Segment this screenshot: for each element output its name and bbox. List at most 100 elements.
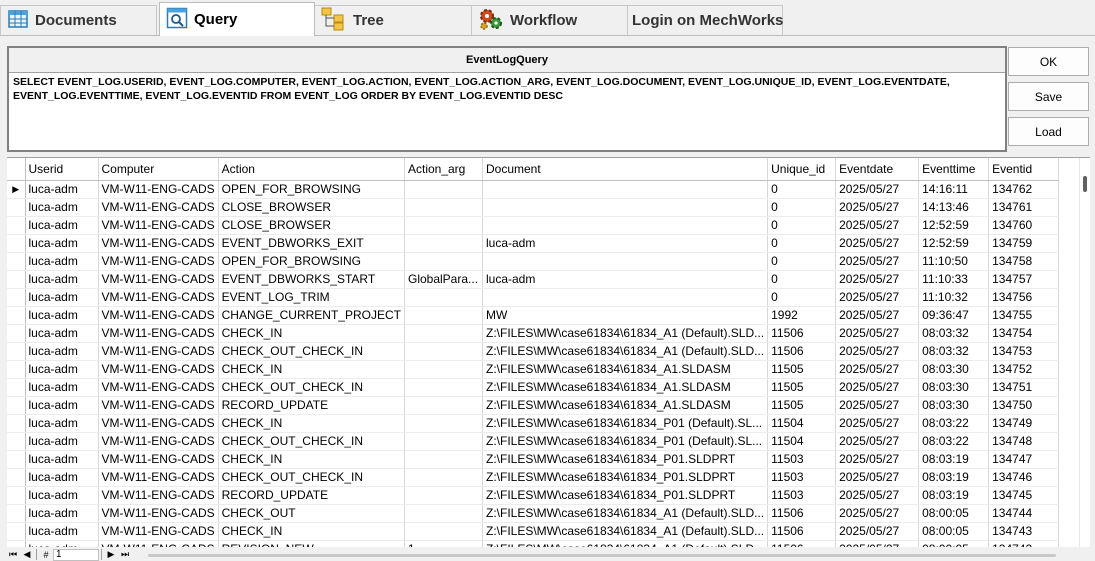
cell-eventdate[interactable]: 2025/05/27 xyxy=(835,504,920,523)
cell-computer[interactable]: VM-W11-ENG-CADS xyxy=(98,486,219,505)
cell-userid[interactable]: luca-adm xyxy=(25,468,99,487)
cell-action[interactable]: REVISION_NEW xyxy=(218,540,405,547)
table-row[interactable]: ▶ luca-adm VM-W11-ENG-CADS OPEN_FOR_BROWSIN… xyxy=(7,180,1060,199)
cell-action[interactable]: CHANGE_CURRENT_PROJECT xyxy=(218,306,405,325)
cell-userid[interactable]: luca-adm xyxy=(25,180,99,199)
cell-eventid[interactable]: 134745 xyxy=(988,486,1060,505)
cell-action[interactable]: CHECK_IN xyxy=(218,522,405,541)
cell-eventid[interactable]: 134755 xyxy=(988,306,1060,325)
cell-document[interactable]: Z:\FILES\MW\case61834\61834_A1.SLDASM xyxy=(482,360,769,379)
row-indicator[interactable] xyxy=(7,288,26,307)
cell-computer[interactable]: VM-W11-ENG-CADS xyxy=(98,468,219,487)
table-row[interactable]: luca-adm VM-W11-ENG-CADS CHECK_IN Z:\FILES\… xyxy=(7,324,1060,343)
cell-eventid[interactable]: 134756 xyxy=(988,288,1060,307)
cell-action-arg[interactable] xyxy=(404,396,483,415)
table-row[interactable]: luca-adm VM-W11-ENG-CADS CHECK_IN Z:\FILES\… xyxy=(7,414,1060,433)
cell-action-arg[interactable] xyxy=(404,306,483,325)
cell-computer[interactable]: VM-W11-ENG-CADS xyxy=(98,252,219,271)
table-row[interactable]: luca-adm VM-W11-ENG-CADS CHECK_OUT_CHECK_I… xyxy=(7,468,1060,487)
row-indicator[interactable] xyxy=(7,540,26,547)
cell-eventdate[interactable]: 2025/05/27 xyxy=(835,396,920,415)
cell-computer[interactable]: VM-W11-ENG-CADS xyxy=(98,306,219,325)
cell-action-arg[interactable] xyxy=(404,180,483,199)
cell-action[interactable]: CHECK_OUT_CHECK_IN xyxy=(218,342,405,361)
table-row[interactable]: luca-adm VM-W11-ENG-CADS CHECK_IN Z:\FILES\… xyxy=(7,450,1060,469)
cell-eventdate[interactable]: 2025/05/27 xyxy=(835,234,920,253)
cell-action[interactable]: CHECK_OUT_CHECK_IN xyxy=(218,432,405,451)
cell-action-arg[interactable] xyxy=(404,432,483,451)
cell-unique-id[interactable]: 11506 xyxy=(767,540,837,547)
cell-document[interactable]: Z:\FILES\MW\case61834\61834_A1.SLDASM xyxy=(482,378,769,397)
cell-unique-id[interactable]: 11503 xyxy=(767,486,837,505)
cell-action-arg[interactable] xyxy=(404,414,483,433)
cell-eventdate[interactable]: 2025/05/27 xyxy=(835,216,920,235)
cell-computer[interactable]: VM-W11-ENG-CADS xyxy=(98,216,219,235)
cell-action-arg[interactable] xyxy=(404,450,483,469)
cell-eventid[interactable]: 134753 xyxy=(988,342,1060,361)
cell-eventtime[interactable]: 08:00:05 xyxy=(918,540,990,547)
cell-computer[interactable]: VM-W11-ENG-CADS xyxy=(98,234,219,253)
cell-action-arg[interactable] xyxy=(404,522,483,541)
tab-documents[interactable]: Documents xyxy=(0,5,157,35)
row-indicator[interactable] xyxy=(7,252,26,271)
cell-eventtime[interactable]: 08:03:30 xyxy=(918,360,990,379)
cell-eventid[interactable]: 134747 xyxy=(988,450,1060,469)
cell-computer[interactable]: VM-W11-ENG-CADS xyxy=(98,522,219,541)
cell-eventid[interactable]: 134760 xyxy=(988,216,1060,235)
cell-userid[interactable]: luca-adm xyxy=(25,306,99,325)
cell-eventdate[interactable]: 2025/05/27 xyxy=(835,288,920,307)
cell-action-arg[interactable] xyxy=(404,288,483,307)
cell-unique-id[interactable]: 0 xyxy=(767,216,837,235)
cell-action-arg[interactable] xyxy=(404,378,483,397)
next-record-icon[interactable]: ▶ xyxy=(104,549,118,560)
cell-eventid[interactable]: 134762 xyxy=(988,180,1060,199)
cell-userid[interactable]: luca-adm xyxy=(25,234,99,253)
row-indicator[interactable] xyxy=(7,486,26,505)
cell-computer[interactable]: VM-W11-ENG-CADS xyxy=(98,396,219,415)
cell-action[interactable]: CHECK_IN xyxy=(218,360,405,379)
cell-action-arg[interactable] xyxy=(404,468,483,487)
cell-action[interactable]: CHECK_OUT_CHECK_IN xyxy=(218,378,405,397)
column-header-action-arg[interactable]: Action_arg xyxy=(404,158,483,181)
table-row[interactable]: luca-adm VM-W11-ENG-CADS CHECK_OUT_CHECK_I… xyxy=(7,432,1060,451)
cell-document[interactable]: Z:\FILES\MW\case61834\61834_P01.SLDPRT xyxy=(482,486,769,505)
cell-computer[interactable]: VM-W11-ENG-CADS xyxy=(98,324,219,343)
cell-action-arg[interactable] xyxy=(404,198,483,217)
record-number-input[interactable]: 1 xyxy=(53,548,99,561)
cell-eventtime[interactable]: 08:03:32 xyxy=(918,324,990,343)
table-row[interactable]: luca-adm VM-W11-ENG-CADS CLOSE_BROWSER 0 202… xyxy=(7,198,1060,217)
cell-eventid[interactable]: 134746 xyxy=(988,468,1060,487)
table-row[interactable]: luca-adm VM-W11-ENG-CADS CHECK_IN Z:\FILES\… xyxy=(7,522,1060,541)
cell-action-arg[interactable] xyxy=(404,234,483,253)
table-row[interactable]: luca-adm VM-W11-ENG-CADS EVENT_LOG_TRIM 0 20… xyxy=(7,288,1060,307)
vertical-scrollbar-thumb[interactable] xyxy=(1083,176,1087,192)
cell-document[interactable]: Z:\FILES\MW\case61834\61834_A1 (Default)… xyxy=(482,540,769,547)
row-indicator[interactable] xyxy=(7,450,26,469)
cell-action[interactable]: RECORD_UPDATE xyxy=(218,396,405,415)
vertical-scrollbar[interactable] xyxy=(1079,158,1090,547)
cell-computer[interactable]: VM-W11-ENG-CADS xyxy=(98,504,219,523)
cell-userid[interactable]: luca-adm xyxy=(25,270,99,289)
table-row[interactable]: luca-adm VM-W11-ENG-CADS CHECK_IN Z:\FILES\… xyxy=(7,360,1060,379)
column-header-computer[interactable]: Computer xyxy=(98,158,219,181)
cell-document[interactable]: Z:\FILES\MW\case61834\61834_A1.SLDASM xyxy=(482,396,769,415)
cell-eventtime[interactable]: 12:52:59 xyxy=(918,234,990,253)
cell-document[interactable]: Z:\FILES\MW\case61834\61834_P01.SLDPRT xyxy=(482,450,769,469)
cell-eventtime[interactable]: 14:13:46 xyxy=(918,198,990,217)
tab-login-mechworks[interactable]: Login on MechWorks xyxy=(627,5,783,35)
cell-eventtime[interactable]: 11:10:50 xyxy=(918,252,990,271)
cell-document[interactable]: Z:\FILES\MW\case61834\61834_P01 (Default… xyxy=(482,414,769,433)
tab-workflow[interactable]: Workflow xyxy=(471,5,628,35)
table-row[interactable]: luca-adm VM-W11-ENG-CADS OPEN_FOR_BROWSING… xyxy=(7,252,1060,271)
cell-action-arg[interactable] xyxy=(404,216,483,235)
cell-eventtime[interactable]: 08:03:30 xyxy=(918,396,990,415)
cell-eventtime[interactable]: 08:00:05 xyxy=(918,504,990,523)
cell-unique-id[interactable]: 0 xyxy=(767,198,837,217)
horizontal-scrollbar[interactable] xyxy=(148,554,1056,557)
cell-eventid[interactable]: 134750 xyxy=(988,396,1060,415)
cell-eventid[interactable]: 134744 xyxy=(988,504,1060,523)
cell-eventdate[interactable]: 2025/05/27 xyxy=(835,378,920,397)
cell-eventdate[interactable]: 2025/05/27 xyxy=(835,270,920,289)
cell-eventid[interactable]: 134751 xyxy=(988,378,1060,397)
cell-action-arg[interactable] xyxy=(404,486,483,505)
